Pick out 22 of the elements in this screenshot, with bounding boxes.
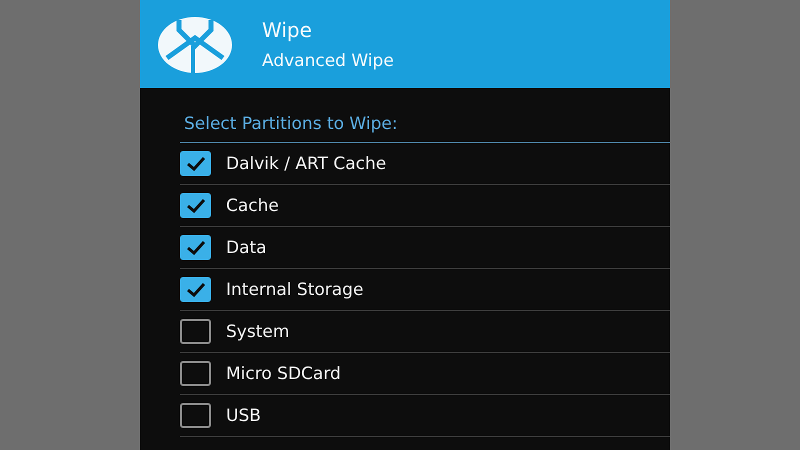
partition-label[interactable]: System xyxy=(226,322,290,342)
checkmark-icon xyxy=(186,156,206,172)
partition-label[interactable]: Internal Storage xyxy=(226,280,364,300)
partition-label[interactable]: USB xyxy=(226,406,261,426)
partition-label[interactable]: Micro SDCard xyxy=(226,364,341,384)
section-label: Select Partitions to Wipe: xyxy=(180,88,670,143)
checkbox[interactable] xyxy=(180,193,211,218)
partition-label[interactable]: Data xyxy=(226,238,267,258)
checkmark-icon xyxy=(186,240,206,256)
checkbox[interactable] xyxy=(180,151,211,176)
partition-label[interactable]: Dalvik / ART Cache xyxy=(226,154,386,174)
checkmark-icon xyxy=(186,282,206,298)
checkbox[interactable] xyxy=(180,361,211,386)
checkbox[interactable] xyxy=(180,235,211,260)
logo-icon xyxy=(157,16,233,74)
checkbox[interactable] xyxy=(180,403,211,428)
screen-title: Wipe xyxy=(262,18,313,42)
checkmark-icon xyxy=(186,198,206,214)
checkbox[interactable] xyxy=(180,277,211,302)
checkbox[interactable] xyxy=(180,319,211,344)
screen-subtitle: Advanced Wipe xyxy=(262,50,394,70)
partition-label[interactable]: Cache xyxy=(226,196,279,216)
